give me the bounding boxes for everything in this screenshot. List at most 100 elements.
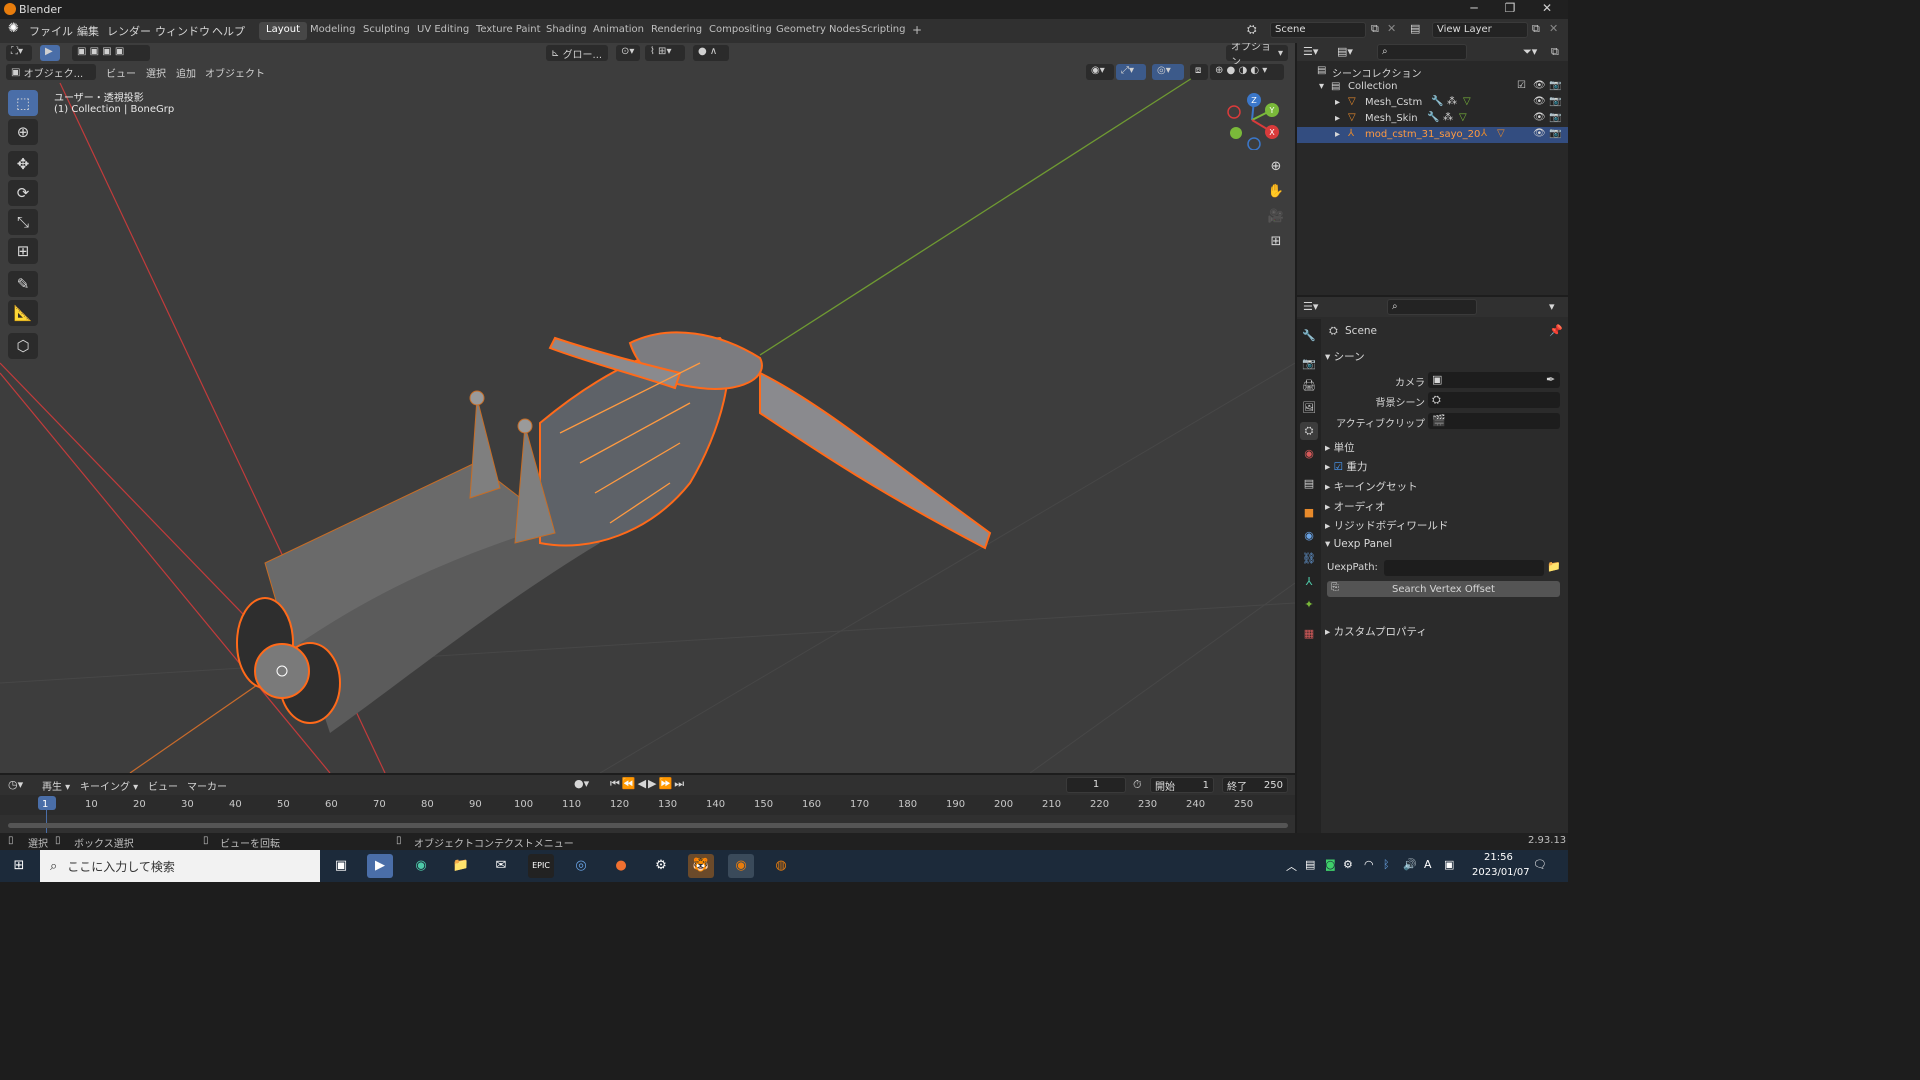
zoom-icon[interactable]: ⊕ [1265,156,1287,178]
properties-panel[interactable]: ☰▾ ⌕ ▾ 🔧 📷 🖨 🖼 ⛭ ◉ ▤ ■ ◉ ⛓ ⅄ ✦ ▦ ⛭ Scene… [1297,297,1568,833]
audio-panel-header[interactable]: ▸ オーディオ [1325,499,1385,514]
outliner-editor-icon[interactable]: ☰▾ [1303,45,1318,58]
timeline-editor-icon[interactable]: ◷▾ [8,778,23,791]
measure-tool-button[interactable]: 📐 [8,300,38,326]
origin-icon[interactable]: ● [608,854,634,878]
expand-arrow-icon[interactable]: ▸ [1335,129,1340,140]
outliner-object-row-selected[interactable]: ▸ ⅄ mod_cstm_31_sayo_20 ⅄ ▽ 👁 📷 [1297,127,1568,143]
properties-editor-icon[interactable]: ☰▾ [1303,300,1318,313]
new-scene-icon[interactable]: ⧉ [1371,22,1379,36]
scene-selector-icon[interactable]: ⛭ [1247,22,1257,37]
record-icon[interactable]: ●▾ [574,777,589,790]
playback-menu[interactable]: 再生 ▾ [42,778,70,793]
blender-taskbar-icon[interactable]: ◉ [728,854,754,878]
checkbox-icon[interactable]: ☑ [1517,80,1526,91]
collection-tab-icon[interactable]: ▤ [1300,475,1318,493]
wifi-icon[interactable]: ◠ [1364,858,1374,871]
add-menu[interactable]: 追加 [171,64,201,80]
outliner-object-row[interactable]: ▸ ▽ Mesh_Skin 🔧 ⁂ ▽ 👁 📷 [1297,111,1568,127]
selection-mode-buttons[interactable]: ▣ ▣ ▣ ▣ [72,45,150,61]
ime-mode-icon[interactable]: ▣ [1444,858,1454,871]
mail-icon[interactable]: ✉ [488,854,514,878]
character-mesh[interactable] [236,331,992,733]
editor-type-button[interactable]: ⛶▾ [6,45,32,61]
pin-icon[interactable]: 📌 [1549,324,1563,337]
menu-window[interactable]: ウィンドウ [155,23,210,39]
uexp-path-input[interactable] [1384,560,1544,576]
ime-indicator[interactable]: A [1424,858,1432,871]
gravity-checkbox[interactable]: ☑ [1334,461,1343,473]
menu-render[interactable]: レンダー [107,23,151,39]
taskbar-search-box[interactable]: ⌕ ここに入力して検索 [40,850,320,882]
pivot-point-icon[interactable]: ⊙▾ [616,45,640,61]
expand-arrow-icon[interactable]: ▾ [1319,81,1324,92]
view-menu[interactable]: ビュー [101,64,141,80]
render-tab-icon[interactable]: 📷 [1300,355,1318,373]
camera-icon[interactable]: 📷 [1549,80,1561,91]
tab-scripting[interactable]: Scripting [854,22,912,40]
timeline-panel[interactable]: ◷▾ 再生 ▾ キーイング ▾ ビュー マーカー ●▾ ⏮⏪◀▶⏩⏭ 1 ⏱ 開… [0,775,1295,833]
scene-tab-icon[interactable]: ⛭ [1300,422,1318,440]
collection-row[interactable]: ▾ ▤ Collection ☑ 👁 📷 [1297,79,1568,95]
outliner-panel[interactable]: ☰▾ ▤▾ ⌕ ⏷▾ ⧉ ▤ シーンコレクション ▾ ▤ Collection … [1297,43,1568,295]
menu-edit[interactable]: 編集 [77,23,99,39]
marker-menu[interactable]: マーカー [187,778,227,793]
view-layer-tab-icon[interactable]: 🖼 [1300,399,1318,417]
rigid-body-world-panel-header[interactable]: ▸ リジッドボディワールド [1325,518,1448,533]
clock-time[interactable]: 21:56 [1484,852,1513,863]
scale-tool-button[interactable]: ⤡ [8,209,38,235]
blender-alt-taskbar-icon[interactable]: ◍ [768,854,794,878]
keying-menu[interactable]: キーイング ▾ [80,778,138,793]
delete-viewlayer-icon[interactable]: ✕ [1549,22,1558,35]
chevron-down-icon[interactable]: ▾ [1549,300,1555,313]
tab-layout[interactable]: Layout [259,22,307,40]
add-workspace-button[interactable]: + [905,21,929,39]
select-tool-button[interactable]: ⬚ [8,90,38,116]
properties-search-input[interactable]: ⌕ [1387,299,1477,315]
select-menu[interactable]: 選択 [141,64,171,80]
file-explorer-icon[interactable]: 📁 [448,854,474,878]
display-mode-icon[interactable]: ▤▾ [1337,45,1353,58]
transform-orientation-dropdown[interactable]: ⊾ グロー... [546,45,608,61]
tab-geometry-nodes[interactable]: Geometry Nodes [769,22,867,40]
output-tab-icon[interactable]: 🖨 [1300,377,1318,395]
uexp-panel-header[interactable]: ▾ Uexp Panel [1325,538,1392,550]
camera-icon[interactable]: 📷 [1549,128,1561,139]
navigation-gizmo[interactable]: Z Y X [1222,90,1282,150]
timeline-view-menu[interactable]: ビュー [148,778,178,793]
tool-tab-icon[interactable]: 🔧 [1300,327,1318,345]
tray-bluetooth-icon[interactable]: ᛒ [1383,858,1390,871]
add-cube-tool-button[interactable]: ⬡ [8,333,38,359]
object-mode-dropdown[interactable]: ▣ オブジェク... [6,64,96,80]
blender-menu-icon[interactable]: ✺ [8,21,19,36]
scene-name-field[interactable]: Scene [1270,22,1366,38]
start-frame-field[interactable]: 開始 1 [1150,777,1214,793]
eye-icon[interactable]: 👁 [1533,128,1546,139]
outliner-search-input[interactable]: ⌕ [1377,44,1467,60]
game-app-icon[interactable]: 🐯 [688,854,714,878]
eye-icon[interactable]: 👁 [1533,112,1546,123]
tab-modeling[interactable]: Modeling [303,22,363,40]
pan-hand-icon[interactable]: ✋ [1265,181,1287,203]
media-app-icon[interactable]: ▶ [367,854,393,878]
clock-date[interactable]: 2023/01/07 [1472,867,1530,878]
expand-arrow-icon[interactable]: ▸ [1335,97,1340,108]
units-panel-header[interactable]: ▸ 単位 [1325,440,1355,455]
3d-viewport[interactable]: ⛶▾ ▶ ▣ ▣ ▣ ▣ ⊾ グロー... ⊙▾ ⌇ ⊞▾ ● ∧ オプション … [0,43,1295,773]
object-menu[interactable]: オブジェクト [200,64,270,80]
new-collection-icon[interactable]: ⧉ [1551,45,1559,59]
physics-tab-icon[interactable]: ◉ [1300,527,1318,545]
eye-icon[interactable]: 👁 [1533,80,1546,91]
bone-tab-icon[interactable]: ✦ [1300,596,1318,614]
tab-uv-editing[interactable]: UV Editing [410,22,476,40]
world-tab-icon[interactable]: ◉ [1300,445,1318,463]
gizmo-toggle-icon[interactable]: ⤢▾ [1116,64,1146,80]
visibility-toggle-icon[interactable]: ◉▾ [1086,64,1114,80]
notification-icon[interactable]: 🗨 [1533,858,1547,871]
custom-properties-panel-header[interactable]: ▸ カスタムプロパティ [1325,624,1427,639]
end-frame-field[interactable]: 終了 250 [1222,777,1288,793]
playback-controls[interactable]: ⏮⏪◀▶⏩⏭ [610,777,686,791]
camera-field[interactable]: ▣ ✒ [1428,372,1560,388]
constraints-tab-icon[interactable]: ⛓ [1300,550,1318,568]
annotate-tool-button[interactable]: ✎ [8,271,38,297]
